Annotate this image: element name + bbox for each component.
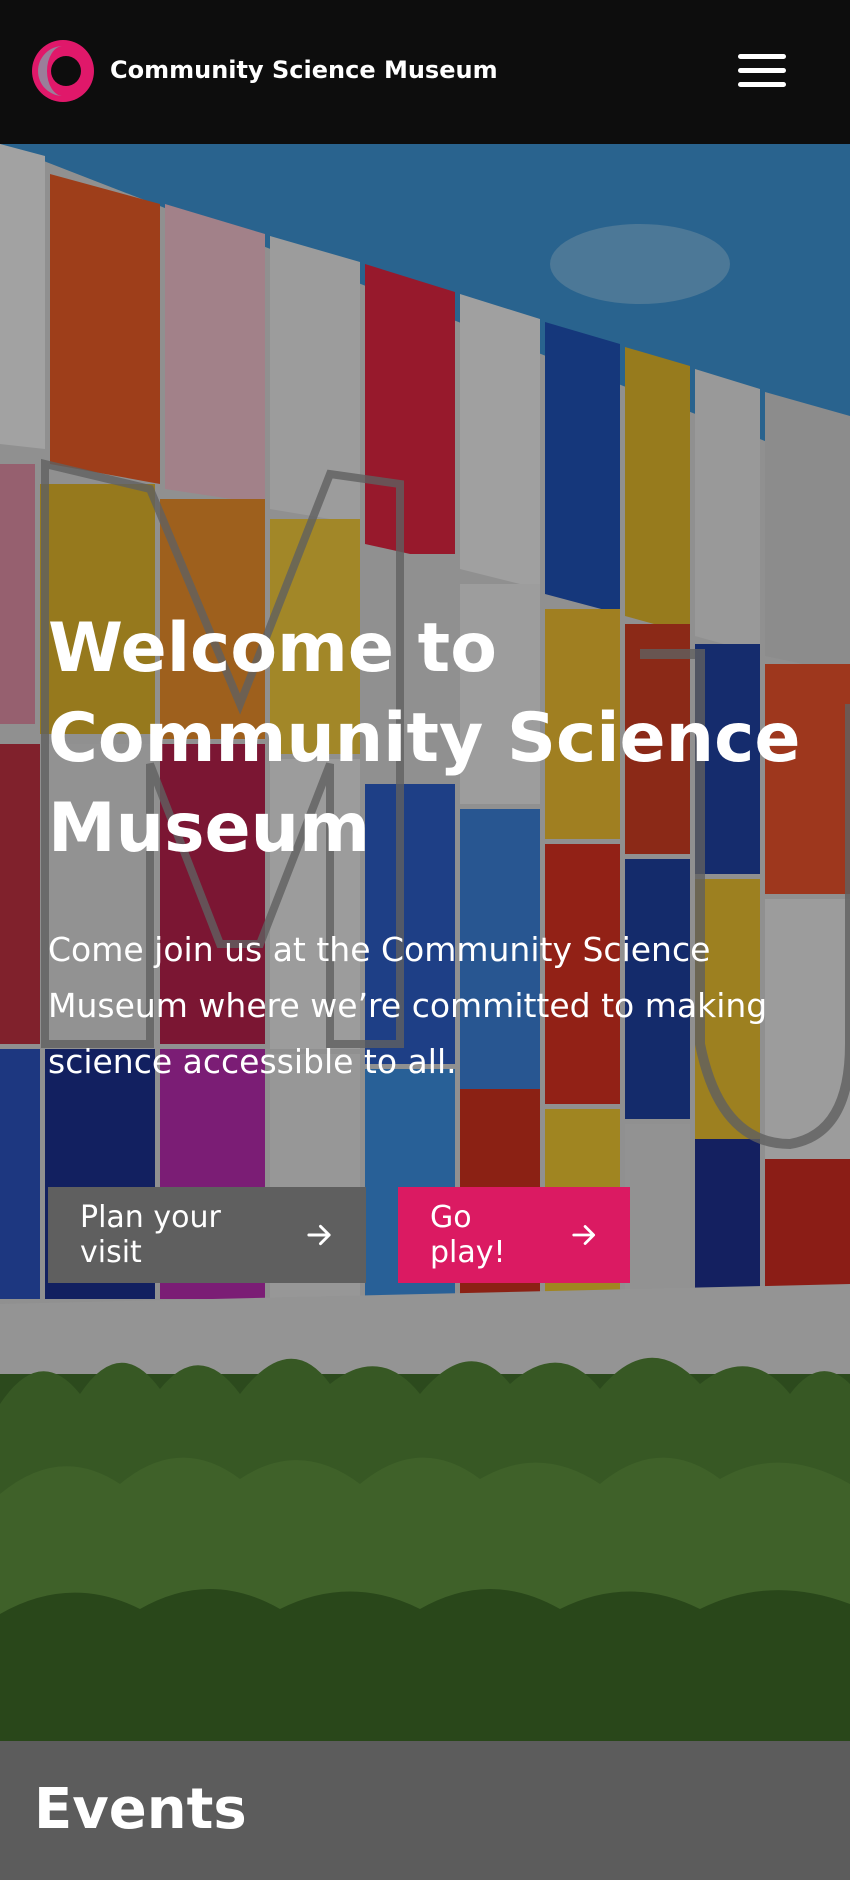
go-play-label: Go play!: [430, 1200, 506, 1270]
events-heading: Events: [34, 1777, 247, 1842]
hamburger-menu-icon[interactable]: [738, 54, 786, 88]
hero-section: Welcome to Community Science Museum Come…: [0, 144, 850, 1741]
museum-logo-icon[interactable]: [32, 40, 94, 102]
hero-title: Welcome to Community Science Museum: [48, 609, 801, 868]
arrow-right-icon: [307, 1224, 331, 1246]
plan-your-visit-button[interactable]: Plan your visit: [48, 1187, 366, 1283]
arrow-right-icon: [572, 1225, 595, 1245]
plan-your-visit-label: Plan your visit: [80, 1200, 221, 1270]
events-section: Events: [0, 1741, 850, 1880]
site-name[interactable]: Community Science Museum: [110, 56, 498, 84]
go-play-button[interactable]: Go play!: [398, 1187, 630, 1283]
site-header: Community Science Museum: [0, 0, 850, 144]
hero-subtitle: Come join us at the Community Science Mu…: [48, 930, 768, 1081]
